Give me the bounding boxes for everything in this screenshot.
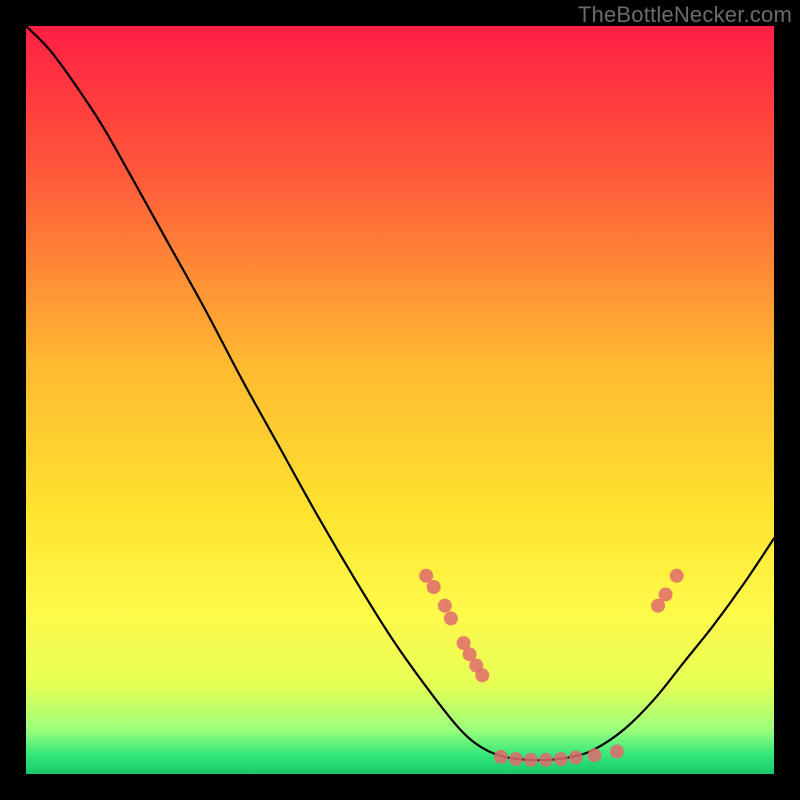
curve-marker — [494, 750, 508, 764]
curve-marker — [509, 752, 523, 766]
gradient-background — [26, 26, 774, 774]
curve-marker — [569, 751, 583, 765]
curve-marker — [475, 668, 489, 682]
curve-marker — [444, 611, 458, 625]
bottleneck-curve-chart — [26, 26, 774, 774]
watermark-text: TheBottleNecker.com — [578, 2, 792, 28]
curve-marker — [610, 745, 624, 759]
curve-marker — [427, 580, 441, 594]
curve-marker — [659, 587, 673, 601]
curve-marker — [524, 753, 538, 767]
curve-marker — [438, 599, 452, 613]
curve-marker — [539, 753, 553, 767]
curve-marker — [670, 569, 684, 583]
curve-marker — [587, 748, 601, 762]
curve-marker — [554, 752, 568, 766]
chart-frame — [26, 26, 774, 774]
